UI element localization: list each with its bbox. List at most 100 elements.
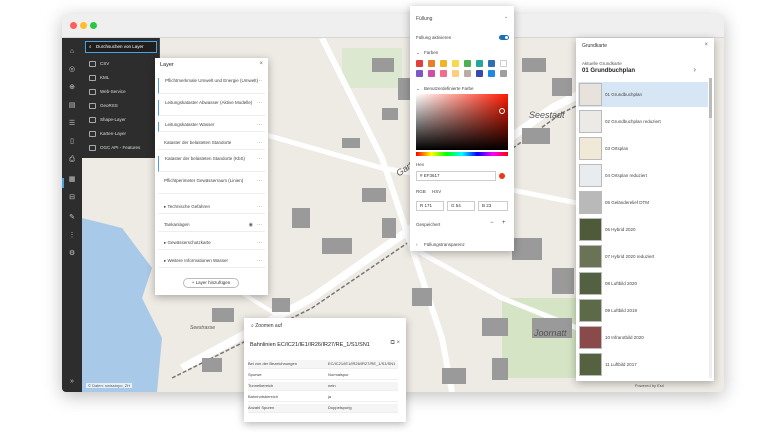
expand-icon[interactable]: » <box>68 378 76 386</box>
data-type-shape[interactable]: Shape-Layer <box>86 114 156 126</box>
share-icon[interactable]: ⋮ <box>68 232 76 240</box>
basemap-item[interactable]: 07 Hybrid 2020 reduziert <box>578 244 708 269</box>
basemap-item[interactable]: 05 Geländerelief DTM <box>578 190 708 215</box>
add-layer-button[interactable]: + Layer hinzufügen <box>183 278 239 288</box>
basemap-item[interactable]: 11 Luftbild 2017 <box>578 352 708 377</box>
close-icon[interactable]: × <box>259 61 263 67</box>
layer-item[interactable]: Pflichtperimeter Gewässerraum (Linien) ··… <box>158 178 265 194</box>
saturation-picker[interactable] <box>416 94 508 150</box>
basemap-item[interactable]: 01 Grundbuchplan <box>578 82 708 107</box>
more-options-icon[interactable]: ··· <box>257 240 262 246</box>
color-swatch[interactable] <box>464 60 471 67</box>
more-options-icon[interactable]: ··· <box>257 100 262 106</box>
basemap-item[interactable]: 09 Luftbild 2019 <box>578 298 708 323</box>
table-icon[interactable]: ▦ <box>68 176 76 184</box>
color-swatch[interactable] <box>500 60 507 67</box>
data-type-ogc[interactable]: OGC API - Features <box>86 142 156 154</box>
color-swatch[interactable] <box>452 60 459 67</box>
more-options-icon[interactable]: ··· <box>257 122 262 128</box>
data-type-map-layer[interactable]: Karten-Layer <box>86 128 156 140</box>
basemap-item[interactable]: 08 Luftbild 2020 <box>578 271 708 296</box>
color-swatch[interactable] <box>440 60 447 67</box>
chevron-up-icon[interactable]: ⌃ <box>504 16 508 22</box>
layer-item[interactable]: Kataster der belasteten Standorte (KbS) ·… <box>158 156 265 172</box>
draw-icon[interactable]: ✎ <box>68 214 76 222</box>
color-mode-label[interactable]: HSV <box>432 189 441 194</box>
layer-item[interactable]: ▸ Technische Gefahren ··· <box>158 204 265 214</box>
color-swatch[interactable] <box>428 60 435 67</box>
layer-item[interactable]: ▸ Weitere Informationen Wasser ··· <box>158 258 265 268</box>
color-swatch[interactable] <box>416 70 423 77</box>
data-type-kml[interactable]: KML <box>86 72 156 84</box>
more-options-icon[interactable]: ··· <box>257 204 262 210</box>
data-type-csv[interactable]: CSV <box>86 58 156 70</box>
home-icon[interactable]: ⌂ <box>68 48 76 56</box>
scrollbar[interactable] <box>709 78 712 378</box>
color-swatch[interactable] <box>452 70 459 77</box>
layer-item[interactable]: Leitungskataster Wasser ··· <box>158 122 265 132</box>
basemap-item[interactable]: 04 Ortsplan reduziert <box>578 163 708 188</box>
close-window-button[interactable] <box>70 22 77 29</box>
data-type-georss[interactable]: GeoRSS <box>86 100 156 112</box>
more-options-icon[interactable]: ··· <box>257 222 262 228</box>
tools-icon[interactable]: ⚙ <box>68 250 76 258</box>
color-swatch[interactable] <box>488 70 495 77</box>
picker-handle[interactable] <box>499 108 505 114</box>
color-swatch[interactable] <box>416 60 423 67</box>
eye-icon[interactable]: ◉ <box>249 222 253 228</box>
basemap-item[interactable]: 10 Infrarotbild 2020 <box>578 325 708 350</box>
chevron-right-icon[interactable]: › <box>693 65 696 74</box>
basemap-item[interactable]: 03 Ortsplan <box>578 136 708 161</box>
color-swatch[interactable] <box>464 70 471 77</box>
zoom-to-button[interactable]: ⌕ Zoomen auf <box>251 323 282 329</box>
zoom-window-button[interactable] <box>90 22 97 29</box>
fill-toggle[interactable] <box>499 35 509 40</box>
print-icon[interactable]: ⎙ <box>68 156 76 164</box>
add-icon[interactable]: + <box>502 220 506 226</box>
blue-input[interactable]: B 23 <box>478 201 508 211</box>
data-type-webservice[interactable]: Web-Service <box>86 86 156 98</box>
red-input[interactable]: R 171 <box>416 201 444 211</box>
bookmark-icon[interactable]: ▯ <box>68 138 76 146</box>
search-layer-button[interactable]: ⌕ Durchsuchen von Layer <box>85 41 157 53</box>
more-options-icon[interactable]: ··· <box>257 258 262 264</box>
minimize-window-button[interactable] <box>80 22 87 29</box>
layer-item[interactable]: Pflichtmerkmale Umwelt und Energie (Umwe… <box>158 78 265 94</box>
more-options-icon[interactable]: ··· <box>257 178 262 184</box>
chevron-down-icon[interactable]: ⌄ <box>416 50 420 56</box>
basemap-label: 05 Geländerelief DTM <box>605 200 650 205</box>
dock-icon[interactable]: ⧉ <box>391 340 395 346</box>
basemap-thumbnail <box>579 245 602 268</box>
color-swatch[interactable] <box>476 70 483 77</box>
color-swatch[interactable] <box>476 60 483 67</box>
more-options-icon[interactable]: ··· <box>257 140 262 146</box>
hex-input[interactable]: # EF3617 <box>416 171 496 181</box>
layer-item[interactable]: Leitungskataster Abwasser (Aktive Modell… <box>158 100 265 116</box>
more-options-icon[interactable]: ··· <box>257 156 262 162</box>
color-swatch[interactable] <box>488 60 495 67</box>
green-input[interactable]: G 54 <box>447 201 475 211</box>
chevron-down-icon[interactable]: ⌄ <box>416 86 420 92</box>
color-swatch[interactable] <box>440 70 447 77</box>
hue-slider[interactable] <box>416 152 508 156</box>
current-basemap-name: 01 Grundbuchplan <box>582 68 636 74</box>
measure-icon[interactable]: ⊟ <box>68 194 76 202</box>
remove-icon[interactable]: − <box>490 220 494 226</box>
layer-item[interactable]: Tankanlagen ◉ ··· <box>158 222 265 232</box>
basemap-item[interactable]: 06 Hybrid 2020 <box>578 217 708 242</box>
search-icon: ⌕ <box>89 44 92 49</box>
legend-icon[interactable]: ☰ <box>68 120 76 128</box>
chevron-right-icon[interactable]: › <box>416 242 418 247</box>
add-data-icon[interactable]: ⊕ <box>68 84 76 92</box>
close-icon[interactable]: × <box>396 340 400 346</box>
basemap-item[interactable]: 02 Grundbuchplan reduziert <box>578 109 708 134</box>
layer-item[interactable]: ▸ Gewässerschutzkarte ··· <box>158 240 265 250</box>
globe-icon[interactable]: ◎ <box>68 66 76 74</box>
color-swatch[interactable] <box>500 70 507 77</box>
layers-icon[interactable]: ▤ <box>68 102 76 110</box>
more-options-icon[interactable]: ··· <box>257 78 262 84</box>
layer-item[interactable]: Kataster der belasteten Standorte ··· <box>158 140 265 150</box>
data-type-label: KML <box>100 75 110 80</box>
close-icon[interactable]: × <box>704 42 708 48</box>
color-swatch[interactable] <box>428 70 435 77</box>
